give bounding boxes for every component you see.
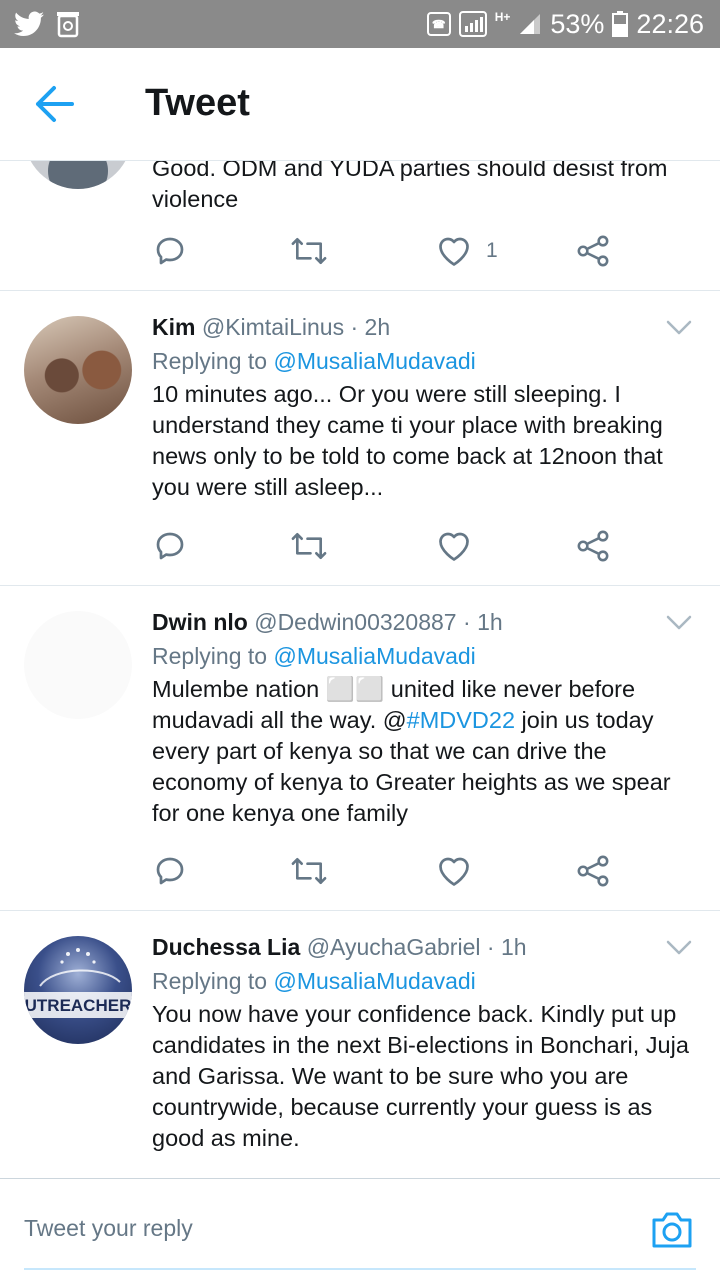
replying-to-line: Replying to @MusaliaMudavadi <box>152 965 690 997</box>
tweet-time: 1h <box>477 609 503 635</box>
heart-icon <box>439 532 469 561</box>
tweet-partial[interactable]: Good. ODM and YUDA parties should desist… <box>0 161 720 291</box>
tweet-time: 2h <box>364 314 391 340</box>
retweet-icon <box>291 237 327 265</box>
tweet-time: 1h <box>500 934 527 960</box>
tweet-thread[interactable]: Good. ODM and YUDA parties should desist… <box>0 161 720 1178</box>
share-button[interactable] <box>576 231 610 271</box>
avatar-text: UTREACHER <box>25 996 132 1015</box>
call-icon: ☎ <box>426 12 451 36</box>
battery-icon <box>612 11 629 37</box>
replying-to-label: Replying to <box>152 968 268 994</box>
reply-icon <box>156 237 184 265</box>
replying-to-label: Replying to <box>152 643 268 669</box>
clock: 22:26 <box>636 8 704 39</box>
app-bar: Tweet <box>0 48 720 161</box>
retweet-button[interactable] <box>290 526 328 566</box>
chevron-down-icon[interactable] <box>666 614 692 632</box>
chevron-down-icon[interactable] <box>666 319 692 337</box>
reply-input-underline <box>24 1268 696 1270</box>
retweet-button[interactable] <box>290 851 328 891</box>
retweet-icon <box>291 857 327 885</box>
reply-icon <box>156 532 184 560</box>
tweet-body: Good. ODM and YUDA parties should desist… <box>152 161 690 215</box>
replying-to-mention[interactable]: @MusaliaMudavadi <box>273 968 475 994</box>
avatar[interactable] <box>24 611 132 719</box>
camera-icon[interactable] <box>650 1210 694 1250</box>
separator-dot: · <box>350 314 359 340</box>
avatar-stars-graphic: UTREACHER <box>24 948 132 1018</box>
avatar[interactable] <box>24 161 132 189</box>
tweet-header: Duchessa Lia @AyuchaGabriel · 1h <box>152 931 690 963</box>
status-bar-system: ☎ H+ 53% 22:26 <box>426 6 704 42</box>
share-icon <box>577 235 609 267</box>
tweet-body: Dwin nlo @Dedwin00320887 · 1h Replying t… <box>152 606 690 829</box>
share-button[interactable] <box>576 851 610 891</box>
tweet-reply[interactable]: Dwin nlo @Dedwin00320887 · 1h Replying t… <box>0 586 720 911</box>
replying-to-mention[interactable]: @MusaliaMudavadi <box>273 348 475 374</box>
separator-dot: · <box>486 934 495 960</box>
tweet-text: 10 minutes ago... Or you were still slee… <box>152 381 663 500</box>
page-title: Tweet <box>145 82 250 124</box>
tweet-reply[interactable]: UTREACHER Duchessa Lia @AyuchaGabriel · … <box>0 911 720 1178</box>
reply-button[interactable] <box>152 526 188 566</box>
like-button[interactable] <box>436 851 472 891</box>
tweet-text: You now have your confidence back. Kindl… <box>152 1001 689 1151</box>
like-count: 1 <box>486 239 498 262</box>
author-handle[interactable]: @Dedwin00320887 <box>254 609 456 635</box>
author-name[interactable]: Dwin nlo <box>152 609 248 635</box>
heart-icon <box>439 237 469 266</box>
tweet-body: Duchessa Lia @AyuchaGabriel · 1h Replyin… <box>152 931 690 1154</box>
battery-percent: 53% <box>550 8 605 39</box>
author-handle[interactable]: @AyuchaGabriel <box>307 934 481 960</box>
replying-to-line: Replying to @MusaliaMudavadi <box>152 345 690 377</box>
reply-button[interactable] <box>152 851 188 891</box>
reply-icon <box>156 857 184 885</box>
author-name[interactable]: Duchessa Lia <box>152 934 300 960</box>
signal-sim2-icon <box>520 14 541 34</box>
share-icon <box>577 855 609 887</box>
share-button[interactable] <box>576 526 610 566</box>
tweet-header: Dwin nlo @Dedwin00320887 · 1h <box>152 606 690 638</box>
replying-to-label: Replying to <box>152 348 268 374</box>
hashtag-link[interactable]: #MDVD22 <box>407 707 515 733</box>
like-button[interactable] <box>436 526 472 566</box>
share-icon <box>577 530 609 562</box>
author-name[interactable]: Kim <box>152 314 195 340</box>
tweet-body: Kim @KimtaiLinus · 2h Replying to @Musal… <box>152 311 690 503</box>
tweet-actions: 1 <box>152 231 622 271</box>
avatar[interactable] <box>24 316 132 424</box>
heart-icon <box>439 857 469 886</box>
retweet-button[interactable] <box>290 231 328 271</box>
author-handle[interactable]: @KimtaiLinus <box>202 314 344 340</box>
tweet-text: Good. ODM and YUDA parties should desist… <box>152 161 668 212</box>
network-type-label: H+ <box>494 10 511 24</box>
tweet-header: Kim @KimtaiLinus · 2h <box>152 311 690 343</box>
status-bar: ☎ H+ 53% 22:26 <box>0 0 720 48</box>
tweet-actions <box>152 851 622 891</box>
reply-button[interactable] <box>152 231 188 271</box>
chevron-down-icon[interactable] <box>666 939 692 957</box>
reply-composer: Tweet your reply <box>0 1178 720 1281</box>
status-bar-notifications <box>14 8 80 40</box>
retweet-icon <box>291 532 327 560</box>
separator-dot: · <box>463 609 471 635</box>
twitter-bird-icon <box>14 11 44 36</box>
replying-to-line: Replying to @MusaliaMudavadi <box>152 640 690 672</box>
replying-to-mention[interactable]: @MusaliaMudavadi <box>273 643 475 669</box>
recycle-trash-icon <box>57 12 79 38</box>
like-button[interactable]: 1 <box>436 231 498 271</box>
avatar[interactable]: UTREACHER <box>24 936 132 1044</box>
tweet-actions <box>152 526 622 566</box>
reply-input[interactable]: Tweet your reply <box>24 1215 193 1242</box>
tweet-reply[interactable]: Kim @KimtaiLinus · 2h Replying to @Musal… <box>0 291 720 586</box>
back-arrow-icon[interactable] <box>34 84 78 124</box>
tweet-text: Mulembe nation ⬜⬜ united like never befo… <box>152 674 690 829</box>
signal-sim1-icon <box>458 11 487 37</box>
